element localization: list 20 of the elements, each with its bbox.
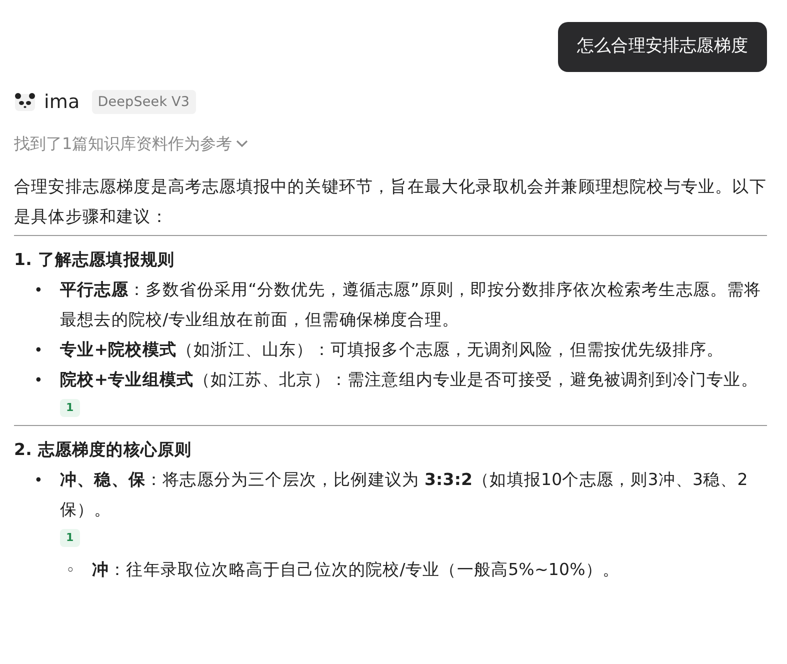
model-badge: DeepSeek V3: [92, 90, 196, 114]
bullet-marker: •: [34, 280, 44, 301]
citation-badge[interactable]: 1: [60, 528, 80, 547]
paragraph: 合理安排志愿梯度是高考志愿填报中的关键环节，旨在最大化录取机会并兼顾理想院校与专业。以下是具体步骤和建议：: [14, 176, 767, 228]
section-heading: 2. 志愿梯度的核心原则: [14, 438, 193, 461]
section-heading: 1. 了解志愿填报规则: [14, 249, 176, 271]
list-item-text: 院校+专业组模式（如江苏、北京）：需注意组内专业是否可接受，避免被调剂到冷门专业。: [60, 368, 759, 391]
user-message-bubble: 怎么合理安排志愿梯度: [558, 22, 767, 72]
list-item-text: 冲、稳、保：将志愿分为三个层次，比例建议为 3:3:2（如填报10个志愿，则3冲、3稳、2保）。: [60, 468, 749, 520]
bullet-marker: •: [34, 340, 44, 361]
list-item-text: 冲：往年录取位次略高于自己位次的院校/专业（一般高5%~10%）。: [92, 558, 621, 580]
panda-icon: [14, 92, 36, 112]
bullet-marker: •: [34, 470, 44, 490]
bullet-marker: ◦: [66, 560, 76, 580]
references-toggle[interactable]: 找到了1篇知识库资料作为参考: [14, 132, 248, 156]
assistant-name: ima: [44, 90, 80, 114]
citation-badge[interactable]: 1: [60, 399, 80, 418]
list-item-text: 平行志愿：多数省份采用“分数优先，遵循志愿”原则，即按分数排序依次检索考生志愿。需将最想去的院校/专业组放在前面，但需确保梯度合理。: [60, 278, 762, 331]
list-item-text: 专业+院校模式（如浙江、山东）：可填报多个志愿，无调剂风险，但需按优先级排序。: [60, 338, 725, 361]
bullet-marker: •: [34, 370, 44, 391]
